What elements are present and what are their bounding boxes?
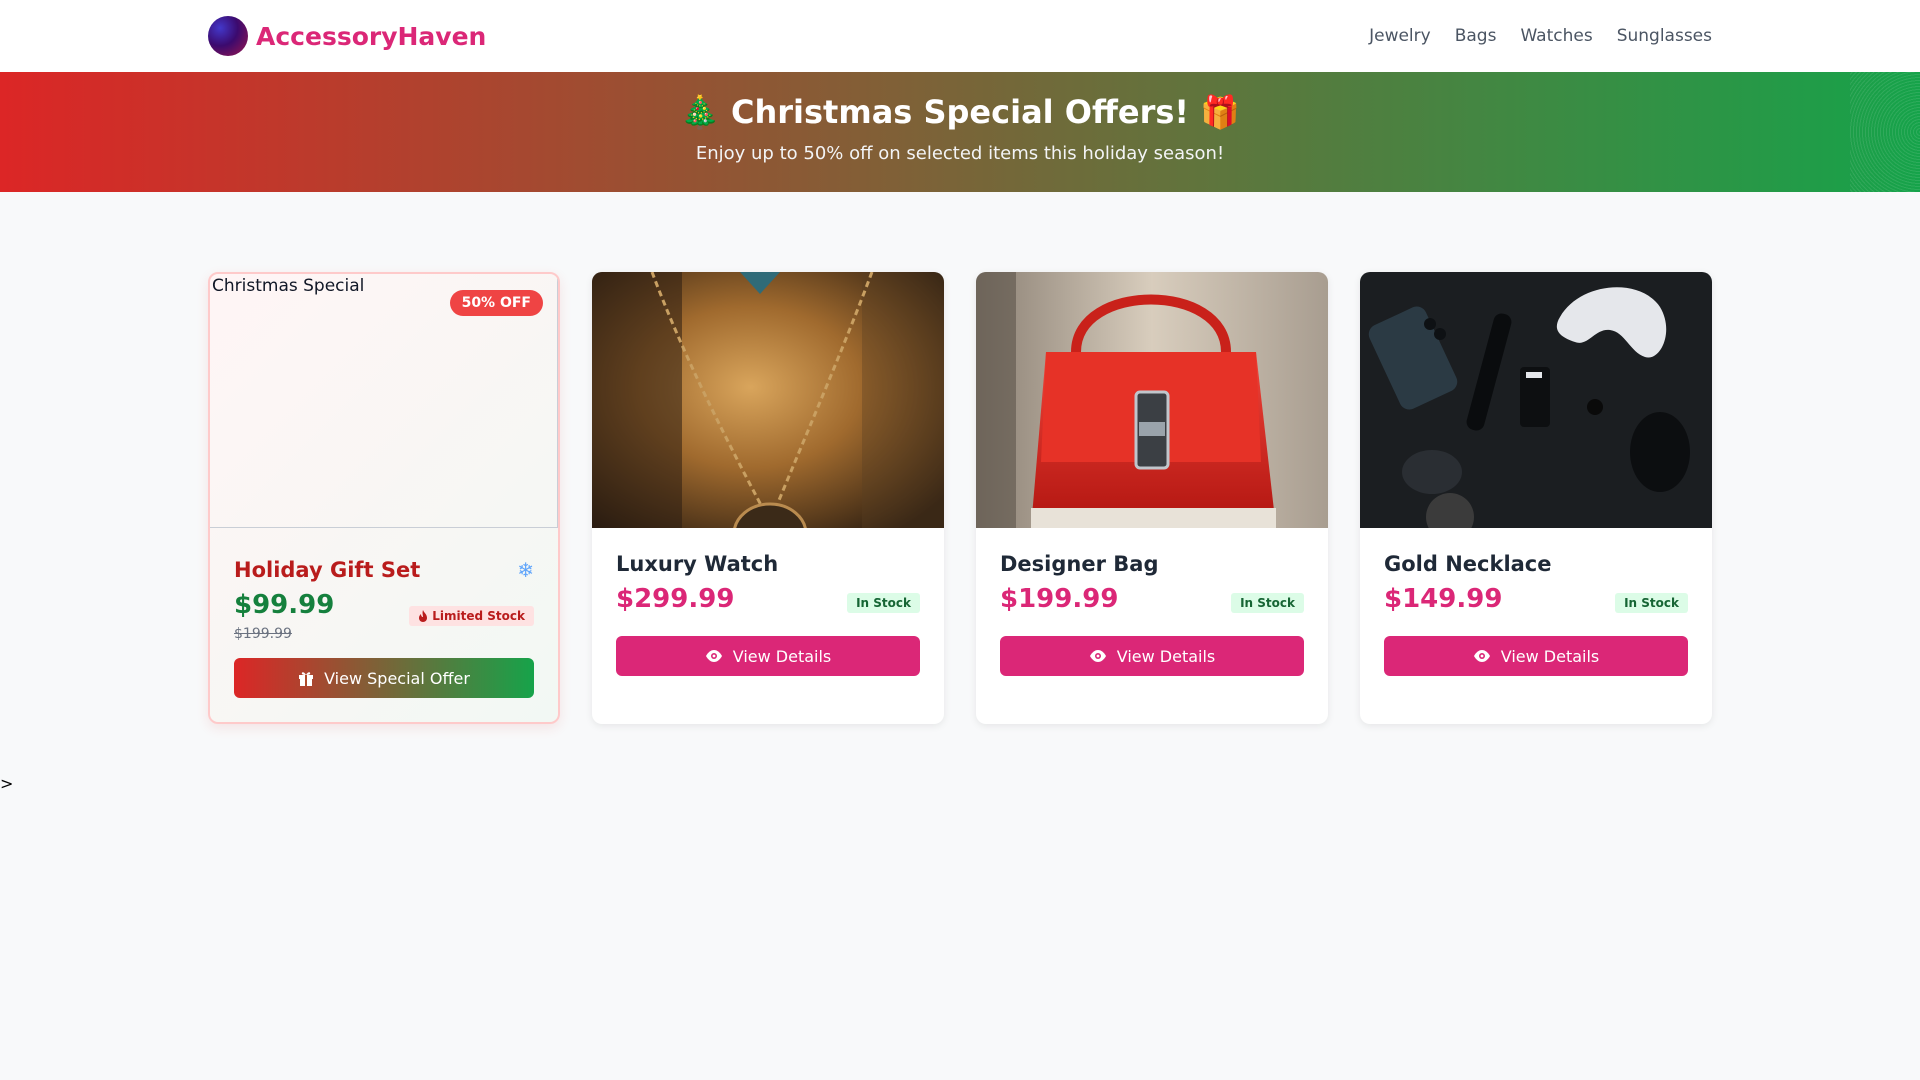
- product-name: Holiday Gift Set: [234, 558, 421, 582]
- special-offer-card: Christmas Special 50% OFF Holiday Gift S…: [208, 272, 560, 724]
- snowflake-icon: ❄: [517, 558, 534, 582]
- stray-text: >: [0, 774, 14, 793]
- product-name: Designer Bag: [1000, 552, 1159, 576]
- nav-links: Jewelry Bags Watches Sunglasses: [1369, 0, 1712, 72]
- product-price: $149.99: [1384, 584, 1503, 614]
- product-card: Luxury Watch $299.99 In Stock View Detai…: [592, 272, 944, 724]
- discount-badge: 50% OFF: [449, 290, 543, 316]
- view-special-offer-button[interactable]: View Special Offer: [234, 658, 534, 698]
- brand-name: AccessoryHaven: [256, 21, 487, 51]
- product-price: $199.99: [1000, 584, 1119, 614]
- gadgets-photo: [1360, 272, 1712, 528]
- view-details-button[interactable]: View Details: [616, 636, 920, 676]
- view-details-label: View Details: [1116, 646, 1216, 666]
- view-special-offer-label: View Special Offer: [324, 668, 470, 688]
- product-name: Luxury Watch: [616, 552, 779, 576]
- nav-link-watches[interactable]: Watches: [1520, 26, 1592, 46]
- eye-icon: [705, 650, 722, 662]
- fire-icon: [419, 610, 428, 622]
- product-card: Designer Bag $199.99 In Stock View Detai…: [976, 272, 1328, 724]
- stock-badge: In Stock: [847, 593, 920, 613]
- view-details-button[interactable]: View Details: [1000, 636, 1304, 676]
- limited-stock-label: Limited Stock: [432, 609, 525, 623]
- nav-link-sunglasses[interactable]: Sunglasses: [1617, 26, 1712, 46]
- stock-badge: In Stock: [1615, 593, 1688, 613]
- brand-logo-icon: [208, 16, 248, 56]
- view-details-label: View Details: [732, 646, 832, 666]
- product-image: [592, 272, 944, 528]
- christmas-banner: 🎄 Christmas Special Offers! 🎁 Enjoy up t…: [0, 72, 1920, 192]
- gift-icon: [299, 672, 314, 686]
- banner-subtitle: Enjoy up to 50% off on selected items th…: [695, 143, 1225, 164]
- limited-stock-badge: Limited Stock: [409, 606, 534, 626]
- view-details-label: View Details: [1500, 646, 1600, 666]
- nav-link-bags[interactable]: Bags: [1455, 26, 1497, 46]
- red-bag-photo: [976, 272, 1328, 528]
- view-details-button[interactable]: View Details: [1384, 636, 1688, 676]
- product-name: Gold Necklace: [1384, 552, 1552, 576]
- nav-link-jewelry[interactable]: Jewelry: [1369, 26, 1431, 46]
- stock-badge: In Stock: [1231, 593, 1304, 613]
- navbar: AccessoryHaven Jewelry Bags Watches Sung…: [0, 0, 1920, 72]
- product-image: [1360, 272, 1712, 528]
- product-price: $99.99: [234, 590, 335, 620]
- product-price: $299.99: [616, 584, 735, 614]
- necklace-photo: [592, 272, 944, 528]
- product-card: Gold Necklace $149.99 In Stock View Deta…: [1360, 272, 1712, 724]
- brand-link[interactable]: AccessoryHaven: [208, 16, 486, 56]
- broken-image-alt: Christmas Special: [212, 276, 365, 296]
- banner-pattern: [1850, 72, 1920, 192]
- eye-icon: [1473, 650, 1490, 662]
- product-image: [976, 272, 1328, 528]
- special-image: Christmas Special 50% OFF: [210, 274, 558, 528]
- original-price: $199.99: [234, 626, 292, 642]
- eye-icon: [1089, 650, 1106, 662]
- banner-title: 🎄 Christmas Special Offers! 🎁: [680, 93, 1240, 131]
